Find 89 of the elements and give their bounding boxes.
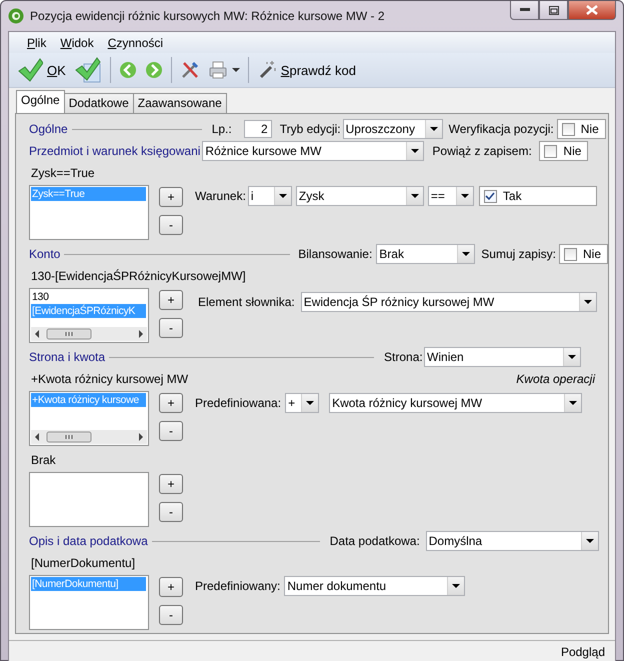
menu-item[interactable]: Czynności bbox=[108, 36, 164, 50]
dropdown[interactable]: Ewidencja ŚP różnicy kursowej MW bbox=[300, 292, 597, 312]
dropdown-arrow-icon bbox=[462, 252, 470, 256]
field-label: Predefiniowana: bbox=[195, 396, 282, 410]
section-title: Ogólne bbox=[29, 122, 68, 136]
dropdown[interactable]: Domyślna bbox=[426, 531, 599, 551]
dropdown-arrow-icon bbox=[430, 127, 438, 131]
summary-text: Brak bbox=[31, 453, 56, 467]
field-label: Predefiniowany: bbox=[195, 579, 280, 593]
dropdown-arrow-icon bbox=[452, 584, 460, 588]
note-text: Kwota operacji bbox=[516, 372, 595, 386]
section-title: Konto bbox=[29, 247, 60, 261]
remove-button[interactable]: - bbox=[159, 421, 183, 441]
menu-item[interactable]: Widok bbox=[60, 36, 94, 50]
field-label: Strona: bbox=[384, 350, 424, 364]
list-box[interactable]: 130 [EwidencjaŚPRóżnicyK bbox=[29, 288, 149, 343]
dropdown-arrow-icon bbox=[278, 194, 287, 198]
remove-button[interactable]: - bbox=[159, 605, 183, 625]
field-label: Powiąż z zapisem: bbox=[432, 144, 533, 158]
scrollbar[interactable] bbox=[31, 327, 147, 341]
list-item[interactable]: 130 bbox=[31, 290, 49, 304]
checkmark-document-icon[interactable] bbox=[74, 56, 102, 84]
summary-text: [NumerDokumentu] bbox=[31, 556, 136, 570]
dropdown[interactable]: Brak bbox=[376, 244, 476, 264]
checkbox[interactable]: Nie bbox=[558, 244, 608, 264]
close-icon bbox=[586, 5, 598, 15]
field-label: Tryb edycji: bbox=[280, 122, 341, 136]
maximize-button[interactable] bbox=[539, 1, 568, 20]
add-button[interactable]: + bbox=[159, 187, 183, 207]
field-label: Lp.: bbox=[212, 122, 232, 136]
checkbox[interactable]: Nie bbox=[539, 141, 588, 161]
check-code-button[interactable]: Sprawdź kod bbox=[256, 60, 356, 80]
dropdown[interactable]: Zysk bbox=[296, 186, 424, 206]
caret-icon[interactable] bbox=[232, 68, 240, 72]
add-button[interactable]: + bbox=[159, 393, 183, 413]
add-button[interactable]: + bbox=[159, 577, 183, 597]
maximize-icon bbox=[548, 6, 558, 14]
checkbox[interactable]: Tak bbox=[478, 186, 597, 206]
dropdown[interactable]: Winien bbox=[424, 347, 582, 367]
field-label: Sumuj zapisy: bbox=[481, 247, 556, 261]
summary-text: +Kwota różnicy kursowej MW bbox=[31, 372, 188, 386]
tab[interactable]: Ogólne bbox=[16, 90, 65, 113]
status-text: Podgląd bbox=[560, 644, 605, 658]
dropdown-arrow-icon bbox=[586, 539, 594, 543]
remove-button[interactable]: - bbox=[159, 215, 183, 235]
field-label: Data podatkowa: bbox=[330, 534, 421, 548]
field-label: Weryfikacja pozycji: bbox=[448, 122, 554, 136]
summary-text: 130-[EwidencjaŚPRóżnicyKursowejMW] bbox=[31, 269, 246, 283]
dropdown[interactable]: Numer dokumentu bbox=[284, 576, 466, 596]
dropdown[interactable]: == bbox=[428, 186, 474, 206]
section-title: Opis i data podatkowa bbox=[29, 534, 148, 548]
remove-button[interactable]: - bbox=[159, 502, 183, 522]
number-field[interactable]: 2 bbox=[244, 120, 272, 138]
app-icon bbox=[8, 8, 24, 24]
tools-icon[interactable] bbox=[180, 60, 200, 80]
dropdown-arrow-icon bbox=[569, 401, 578, 405]
menu-item[interactable]: Plik bbox=[27, 36, 46, 50]
dropdown-arrow-icon bbox=[411, 149, 420, 153]
checkmark-icon bbox=[17, 57, 43, 83]
checkmark-icon bbox=[485, 192, 496, 200]
section-title: Strona i kwota bbox=[29, 350, 106, 364]
dropdown[interactable]: Różnice kursowe MW bbox=[202, 141, 424, 161]
field-label: Bilansowanie: bbox=[298, 247, 372, 261]
add-button[interactable]: + bbox=[159, 474, 183, 494]
dropdown[interactable]: + bbox=[285, 393, 320, 413]
field-label: Element słownika: bbox=[198, 295, 295, 309]
minimize-button[interactable] bbox=[510, 1, 539, 20]
dropdown-arrow-icon bbox=[410, 194, 419, 198]
close-button[interactable] bbox=[568, 1, 616, 20]
dropdown[interactable]: Kwota różnicy kursowej MW bbox=[329, 393, 582, 413]
dropdown-arrow-icon bbox=[568, 355, 576, 359]
scrollbar[interactable] bbox=[31, 430, 147, 444]
field-label: Przedmiot i warunek księgowani bbox=[29, 144, 200, 158]
dropdown-arrow-icon bbox=[306, 401, 314, 405]
summary-text: Zysk==True bbox=[31, 166, 95, 180]
tab[interactable]: Zaawansowane bbox=[132, 93, 227, 113]
dropdown-arrow-icon bbox=[584, 300, 592, 304]
minimize-icon bbox=[520, 8, 530, 12]
remove-button[interactable]: - bbox=[159, 318, 183, 338]
dropdown[interactable]: Uproszczony bbox=[342, 119, 443, 139]
add-button[interactable]: + bbox=[159, 290, 183, 310]
ok-button[interactable]: OK bbox=[17, 57, 66, 83]
checkbox[interactable]: Nie bbox=[556, 119, 606, 139]
window-title: Pozycja ewidencji różnic kursowych MW: Różnice kursowe MW - 2 bbox=[30, 9, 385, 23]
tab[interactable]: Dodatkowe bbox=[64, 93, 134, 113]
dropdown-arrow-icon bbox=[460, 194, 469, 198]
list-box[interactable] bbox=[29, 472, 149, 527]
field-label: Warunek: bbox=[195, 189, 246, 203]
dropdown[interactable]: i bbox=[248, 186, 292, 206]
